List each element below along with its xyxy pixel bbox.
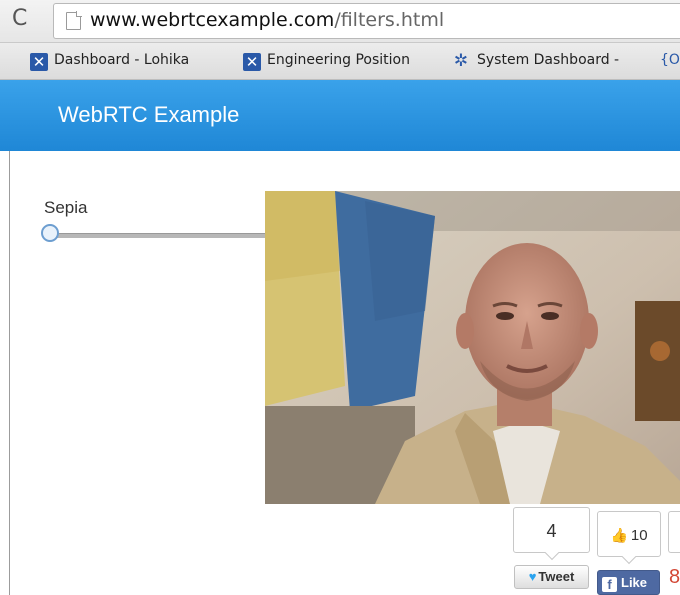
jira-icon: ✕ (243, 53, 261, 71)
webcam-image (265, 191, 680, 504)
bookmark-engineering-position[interactable]: ✕ Engineering Position (243, 52, 410, 71)
google-plus-icon[interactable]: 8 (669, 566, 680, 589)
bookmarks-bar: ✕ Dashboard - Lohika ✕ Engineering Positio… (0, 43, 680, 80)
thumbs-up-icon: 👍 (610, 527, 628, 543)
jira-icon: ✕ (30, 53, 48, 71)
tweet-count: 4 (513, 507, 590, 553)
bookmark-label: Dashboard - Lohika (54, 52, 190, 68)
facebook-like-button[interactable]: f Like (597, 570, 660, 595)
like-label: Like (621, 575, 648, 590)
bookmark-dashboard-lohika[interactable]: ✕ Dashboard - Lohika (30, 52, 189, 71)
bookmark-label: {O (660, 52, 680, 68)
url-text[interactable]: www.webrtcexample.com/filters.html (90, 9, 444, 31)
bookmark-label: Engineering Position (267, 52, 410, 68)
like-count-box: 👍 10 (597, 511, 661, 557)
filter-label: Sepia (44, 198, 88, 217)
site-brand[interactable]: WebRTC Example (58, 102, 239, 128)
like-count: 10 (630, 527, 648, 544)
address-bar[interactable]: www.webrtcexample.com/filters.html (53, 3, 680, 39)
bookmark-system-dashboard[interactable]: ✲ System Dashboard - (451, 52, 619, 70)
url-host: www.webrtcexample.com (90, 9, 335, 31)
bookmark-label: System Dashboard - (477, 52, 620, 68)
browser-toolbar: C www.webrtcexample.com/filters.html (0, 0, 680, 43)
bookmark-overflow[interactable]: {O (660, 52, 680, 68)
gplus-count-box (668, 511, 680, 553)
page-icon (66, 11, 82, 30)
filter-slider-thumb[interactable] (41, 224, 59, 242)
site-navbar: WebRTC Example (0, 80, 680, 151)
video-feed (265, 191, 680, 504)
filter-slider-track[interactable] (50, 233, 266, 238)
reload-icon[interactable]: C (12, 6, 27, 31)
system-dashboard-icon: ✲ (453, 51, 469, 71)
tweet-button[interactable]: ♥ Tweet (514, 565, 589, 589)
tweet-label: Tweet (538, 569, 575, 584)
twitter-bird-icon: ♥ (528, 569, 537, 584)
page-border (9, 151, 10, 595)
url-path: /filters.html (334, 9, 445, 31)
facebook-icon: f (602, 577, 617, 592)
